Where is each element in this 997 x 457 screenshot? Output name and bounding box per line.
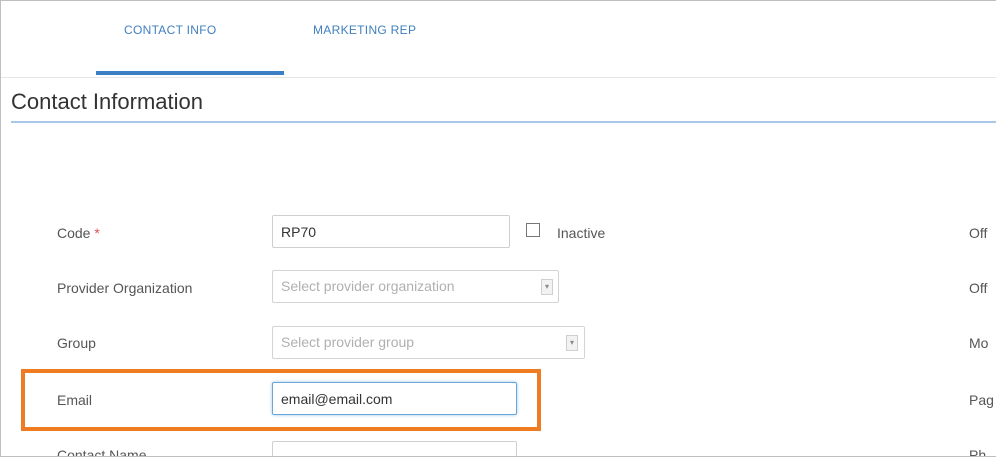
group-label: Group	[57, 335, 96, 351]
chevron-down-icon[interactable]: ▾	[566, 335, 578, 351]
app-frame: CONTACT INFO MARKETING REP Contact Infor…	[0, 0, 996, 457]
code-input[interactable]	[272, 215, 510, 248]
required-mark: *	[94, 225, 100, 241]
provider-organization-label: Provider Organization	[57, 280, 193, 296]
section-divider	[11, 121, 996, 123]
right-field-label-3: Mo	[969, 335, 989, 351]
provider-organization-placeholder: Select provider organization	[281, 278, 455, 294]
contact-name-label: Contact Name	[57, 447, 147, 457]
right-field-label-2: Off	[969, 280, 988, 296]
chevron-down-icon[interactable]: ▾	[541, 279, 553, 295]
right-field-label-1: Off	[969, 225, 988, 241]
contact-name-input[interactable]	[272, 441, 517, 456]
email-highlight-box	[21, 369, 541, 431]
right-field-label-5: Ph	[969, 447, 987, 457]
inactive-label: Inactive	[557, 225, 606, 241]
tab-divider	[1, 77, 996, 78]
tab-contact-info[interactable]: CONTACT INFO	[124, 23, 217, 37]
section-title: Contact Information	[11, 89, 203, 114]
provider-organization-select[interactable]: Select provider organization ▾	[272, 270, 559, 303]
tab-marketing-rep[interactable]: MARKETING REP	[313, 23, 416, 37]
group-select[interactable]: Select provider group ▾	[272, 326, 585, 359]
right-field-label-4: Pag	[969, 392, 994, 408]
inactive-checkbox[interactable]	[526, 223, 540, 237]
code-label: Code *	[57, 225, 100, 241]
active-tab-indicator	[96, 71, 284, 75]
code-label-text: Code	[57, 225, 91, 241]
group-placeholder: Select provider group	[281, 334, 415, 350]
